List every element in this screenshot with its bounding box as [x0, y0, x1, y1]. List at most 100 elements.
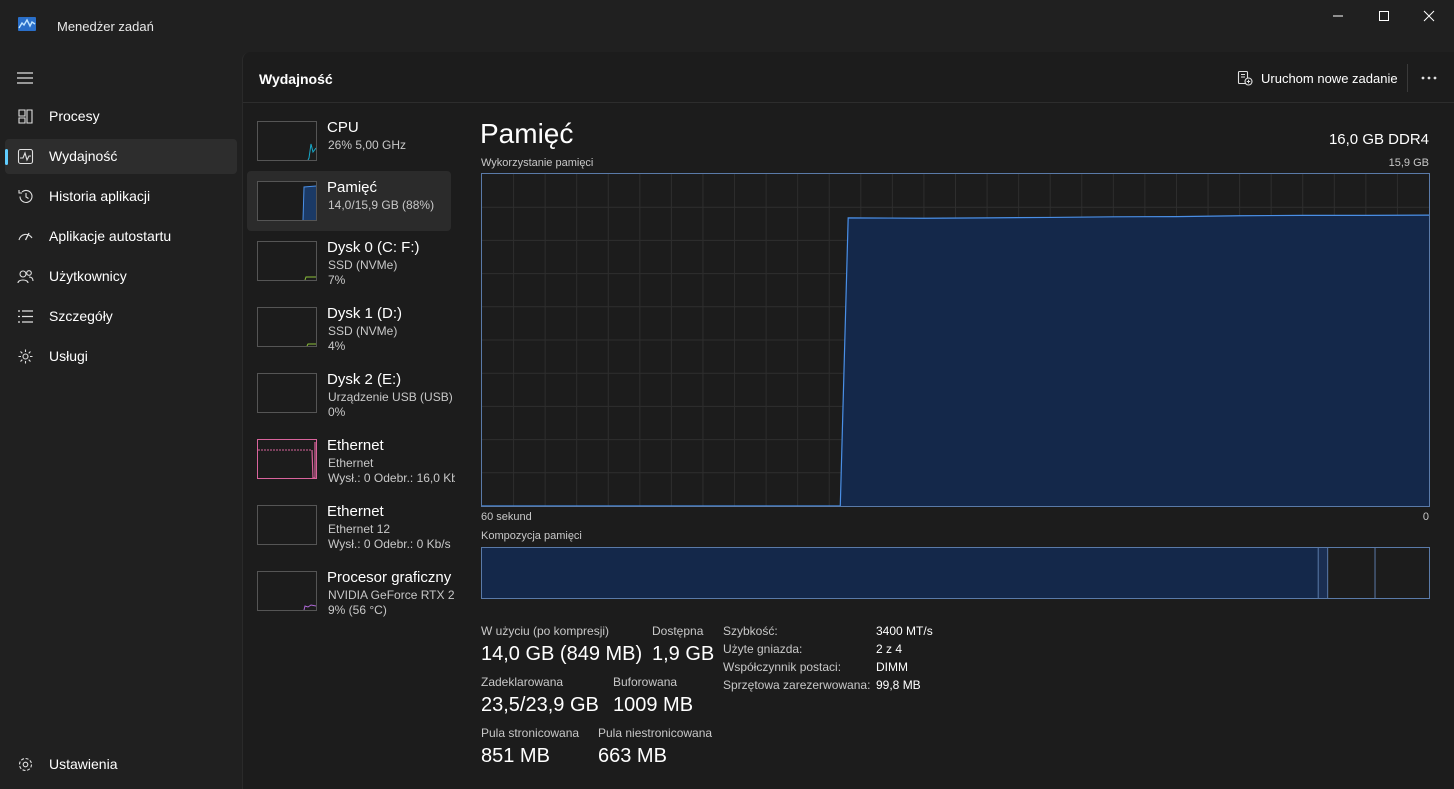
run-new-task-button[interactable]: Uruchom nowe zadanie	[1237, 69, 1398, 87]
in-use-label: W użyciu (po kompresji)	[481, 624, 610, 638]
run-new-task-label: Uruchom nowe zadanie	[1261, 70, 1398, 86]
nav-item-app-history[interactable]: Historia aplikacji	[5, 179, 237, 214]
performance-icon	[17, 148, 34, 165]
nav-item-processes[interactable]: Procesy	[5, 99, 237, 134]
paged-pool-value: 851 MB	[481, 745, 550, 767]
device-detail: Ethernet	[328, 456, 374, 470]
device-detail: NVIDIA GeForce RTX 208	[328, 588, 455, 602]
title-bar: Menedżer zadań	[0, 0, 1454, 52]
processes-icon	[18, 109, 33, 124]
x-axis-left-label: 60 sekund	[481, 511, 532, 523]
device-name: Pamięć	[327, 179, 378, 196]
nav-label-users: Użytkownicy	[49, 268, 127, 284]
usage-chart-svg	[482, 174, 1429, 506]
device-detail: 14,0/15,9 GB (88%)	[328, 198, 435, 212]
detail-title: Pamięć	[480, 118, 574, 149]
device-item-cpu[interactable]: CPU 26% 5,00 GHz	[247, 111, 451, 171]
committed-value: 23,5/23,9 GB	[481, 694, 599, 716]
usage-graph-max: 15,9 GB	[1388, 157, 1429, 169]
gpu-mini-graph	[257, 571, 317, 611]
maximize-button[interactable]	[1361, 0, 1407, 32]
nav-label-settings: Ustawienia	[49, 756, 118, 772]
nav-item-services[interactable]: Usługi	[5, 339, 237, 374]
header-divider	[1407, 64, 1408, 92]
committed-label: Zadeklarowana	[481, 675, 564, 689]
available-label: Dostępna	[652, 624, 704, 638]
run-task-icon	[1237, 70, 1253, 86]
device-detail: 0%	[328, 405, 346, 419]
cpu-mini-graph	[257, 121, 317, 161]
paged-pool-label: Pula stronicowana	[481, 726, 580, 740]
device-item-disk-2[interactable]: Dysk 2 (E:) Urządzenie USB (USB) 0%	[247, 363, 453, 423]
navigation-pane: Procesy Wydajność Historia aplikacji Apl…	[0, 52, 242, 789]
nav-item-startup-apps[interactable]: Aplikacje autostartu	[5, 219, 237, 254]
available-value: 1,9 GB	[652, 643, 715, 665]
startup-icon	[18, 232, 33, 241]
details-icon	[18, 310, 33, 323]
history-icon	[18, 189, 33, 203]
more-options-button[interactable]	[1415, 64, 1443, 92]
maximize-icon	[1379, 11, 1389, 21]
device-detail: Wysł.: 0 Odebr.: 0 Kb/s	[328, 537, 451, 551]
usage-area	[482, 215, 1429, 506]
form-factor-label: Współczynnik postaci:	[723, 660, 842, 674]
device-detail: Urządzenie USB (USB)	[328, 390, 453, 404]
device-detail: SSD (NVMe)	[328, 324, 398, 338]
hamburger-menu-icon[interactable]	[16, 70, 34, 86]
nav-item-performance[interactable]: Wydajność	[5, 139, 237, 174]
disk-2-mini-graph	[257, 373, 317, 413]
app-title: Menedżer zadań	[57, 19, 154, 34]
nav-item-users[interactable]: Użytkownicy	[5, 259, 237, 294]
ethernet-mini-graph	[257, 439, 317, 479]
close-icon	[1423, 10, 1435, 22]
nav-item-settings[interactable]: Ustawienia	[5, 747, 237, 782]
nav-label-processes: Procesy	[49, 108, 100, 124]
in-use-value: 14,0 GB (849 MB)	[481, 643, 643, 665]
device-item-disk-0[interactable]: Dysk 0 (C: F:) SSD (NVMe) 7%	[247, 231, 451, 291]
nav-label-performance: Wydajność	[49, 148, 118, 164]
composition-in-use-segment	[482, 548, 1319, 598]
nav-label-startup-apps: Aplikacje autostartu	[49, 228, 172, 244]
device-detail: 9% (56 °C)	[328, 603, 387, 617]
memory-mini-graph	[257, 181, 317, 221]
nav-item-details[interactable]: Szczegóły	[5, 299, 237, 334]
device-name: CPU	[327, 119, 359, 136]
nonpaged-pool-label: Pula niestronicowana	[598, 726, 713, 740]
page-header: Wydajność Uruchom nowe zadanie	[243, 52, 1454, 103]
memory-composition-bar	[481, 547, 1430, 599]
device-detail: Wysł.: 0 Odebr.: 16,0 Kb	[328, 471, 455, 485]
speed-value: 3400 MT/s	[876, 624, 933, 638]
usage-graph-label: Wykorzystanie pamięci	[481, 157, 594, 169]
device-name: Dysk 1 (D:)	[327, 305, 402, 322]
disk-1-mini-graph	[257, 307, 317, 347]
device-item-memory[interactable]: Pamięć 14,0/15,9 GB (88%)	[247, 171, 451, 231]
composition-modified-segment	[1318, 548, 1328, 598]
memory-usage-graph	[481, 173, 1430, 507]
composition-svg	[482, 548, 1429, 598]
close-button[interactable]	[1406, 0, 1452, 32]
main-panel: Wydajność Uruchom nowe zadanie CPU 26% 5…	[242, 52, 1454, 789]
device-name: Dysk 2 (E:)	[327, 371, 402, 388]
device-item-disk-1[interactable]: Dysk 1 (D:) SSD (NVMe) 4%	[247, 297, 451, 357]
nav-label-services: Usługi	[49, 348, 88, 364]
disk-0-mini-graph	[257, 241, 317, 281]
device-detail: SSD (NVMe)	[328, 258, 398, 272]
nav-label-app-history: Historia aplikacji	[49, 188, 151, 204]
device-item-gpu[interactable]: Procesor graficzny NVIDIA GeForce RTX 20…	[247, 561, 455, 621]
more-dots-icon	[1421, 76, 1437, 80]
x-axis-right-label: 0	[1422, 511, 1429, 523]
settings-gear-icon	[18, 757, 33, 772]
slots-used-value: 2 z 4	[876, 642, 903, 656]
device-detail: 4%	[328, 339, 346, 353]
nonpaged-pool-value: 663 MB	[598, 745, 667, 767]
device-detail: 7%	[328, 273, 346, 287]
users-icon	[17, 270, 34, 284]
services-icon	[18, 349, 33, 364]
minimize-button[interactable]	[1315, 0, 1361, 32]
cached-label: Buforowana	[613, 675, 678, 689]
device-item-ethernet[interactable]: Ethernet Ethernet Wysł.: 0 Odebr.: 16,0 …	[247, 429, 455, 489]
device-item-ethernet-12[interactable]: Ethernet Ethernet 12 Wysł.: 0 Odebr.: 0 …	[247, 495, 451, 555]
hardware-reserved-label: Sprzętowa zarezerwowana:	[723, 678, 871, 692]
hardware-reserved-value: 99,8 MB	[876, 678, 921, 692]
task-manager-logo-icon	[18, 17, 36, 31]
